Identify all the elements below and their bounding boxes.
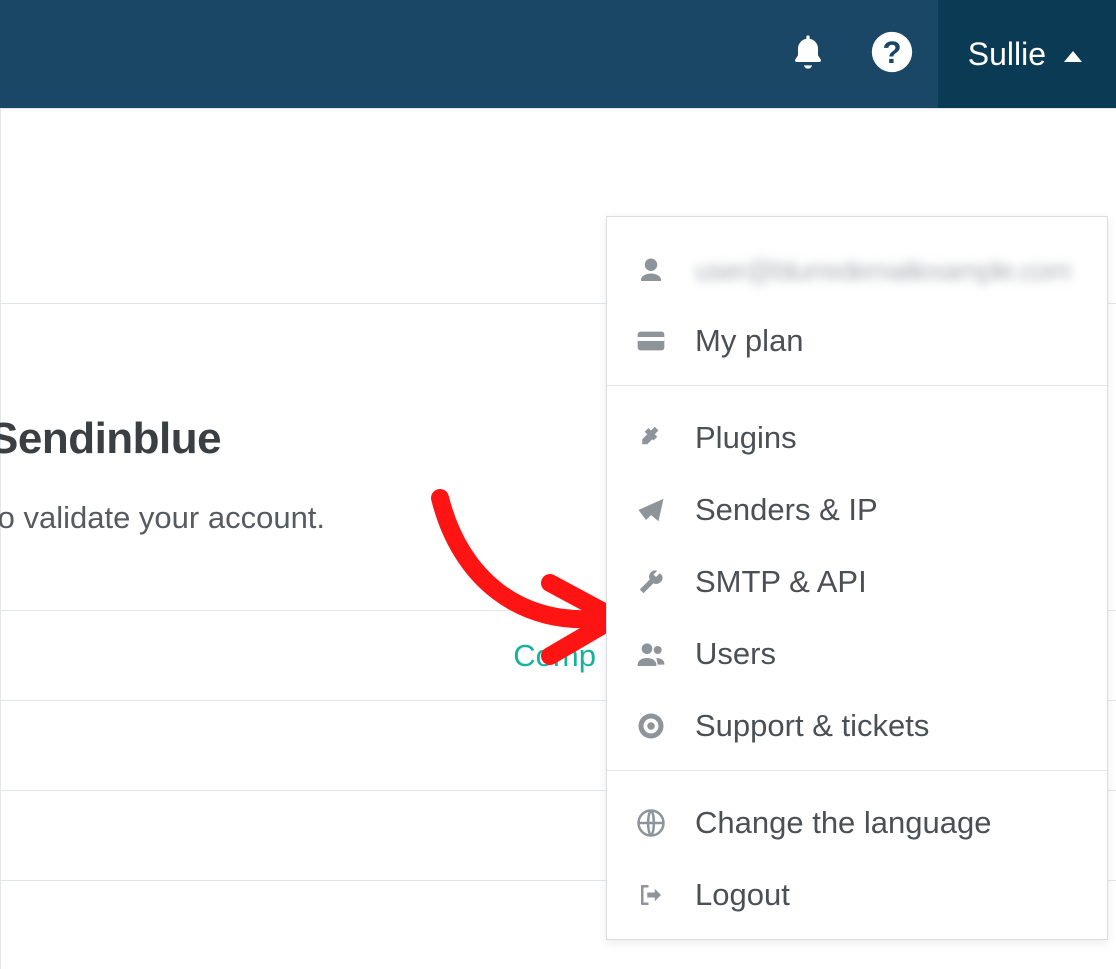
dropdown-label: SMTP & API [695,564,867,600]
credit-card-icon [633,325,669,357]
globe-icon [633,808,669,838]
dropdown-label: Support & tickets [695,708,929,744]
dropdown-section-tools: Plugins Senders & IP SMTP & API Users [607,385,1107,770]
dropdown-item-email: user@blurredemailexample.com [607,237,1107,305]
user-name: Sullie [968,36,1046,73]
svg-text:?: ? [882,35,901,70]
topbar-icons: ? [788,30,914,79]
dropdown-item-change-language[interactable]: Change the language [607,787,1107,859]
dropdown-item-logout[interactable]: Logout [607,859,1107,931]
bell-icon[interactable] [788,32,828,77]
user-menu-button[interactable]: Sullie [938,0,1116,108]
dropdown-label: Change the language [695,805,991,841]
dropdown-item-smtp-api[interactable]: SMTP & API [607,546,1107,618]
user-dropdown: user@blurredemailexample.com My plan Plu… [606,216,1108,940]
dropdown-label: Plugins [695,420,797,456]
dropdown-item-support[interactable]: Support & tickets [607,690,1107,762]
life-ring-icon [633,711,669,741]
sign-out-icon [633,880,669,910]
dropdown-section-misc: Change the language Logout [607,770,1107,939]
main-area: Sendinblue to validate your account. Com… [0,108,1116,969]
dropdown-item-senders-ip[interactable]: Senders & IP [607,474,1107,546]
help-icon[interactable]: ? [870,30,914,79]
paper-plane-icon [633,495,669,525]
wrench-icon [633,567,669,597]
user-email: user@blurredemailexample.com [695,255,1070,287]
dropdown-section-account: user@blurredemailexample.com My plan [607,217,1107,385]
user-icon [633,256,669,286]
dropdown-label: Users [695,636,776,672]
dropdown-label: Senders & IP [695,492,878,528]
dropdown-label: My plan [695,323,804,359]
caret-up-icon [1064,51,1082,62]
users-icon [633,638,669,670]
complete-text: Comp [513,638,596,674]
dropdown-item-plugins[interactable]: Plugins [607,402,1107,474]
dropdown-label: Logout [695,877,790,913]
plug-icon [633,423,669,453]
dropdown-item-my-plan[interactable]: My plan [607,305,1107,377]
top-bar: ? Sullie [0,0,1116,108]
dropdown-item-users[interactable]: Users [607,618,1107,690]
